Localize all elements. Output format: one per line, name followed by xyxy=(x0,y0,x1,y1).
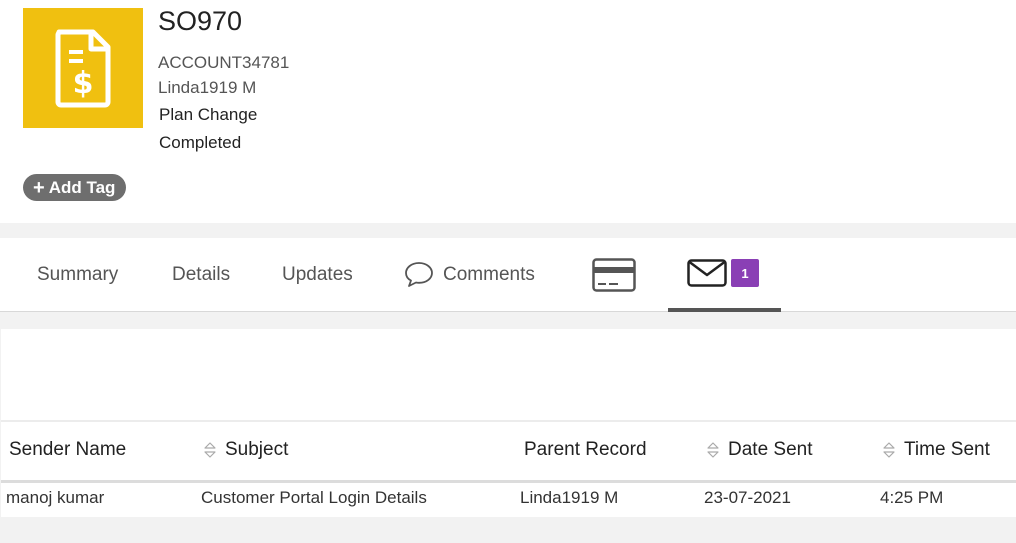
tab-bar: Summary Details Updates Comments 1 xyxy=(0,238,1016,312)
header-divider xyxy=(1,480,1016,483)
add-tag-label: Add Tag xyxy=(48,177,116,197)
record-title: SO970 xyxy=(158,6,243,36)
svg-text:$: $ xyxy=(73,66,94,101)
invoice-dollar-icon: $ xyxy=(23,8,143,128)
column-header-sender[interactable]: Sender Name xyxy=(9,439,126,461)
account-link[interactable]: ACCOUNT34781 xyxy=(158,53,289,73)
cell-sender: manoj kumar xyxy=(6,488,105,507)
divider xyxy=(1,420,1016,422)
cell-parent-record[interactable]: Linda1919 M xyxy=(520,488,618,508)
comment-bubble-icon xyxy=(404,261,434,288)
column-header-date-label: Date Sent xyxy=(728,439,813,460)
column-header-time[interactable]: Time Sent xyxy=(882,439,990,461)
tab-summary-label: Summary xyxy=(37,263,119,285)
record-type: Plan Change xyxy=(159,105,258,124)
tab-comments[interactable]: Comments xyxy=(404,238,535,311)
email-count-badge: 1 xyxy=(731,259,759,287)
tab-updates[interactable]: Updates xyxy=(282,238,353,311)
plus-icon: + xyxy=(33,176,45,199)
sort-icon xyxy=(707,442,719,458)
column-header-parent-label: Parent Record xyxy=(524,439,647,460)
add-tag-button[interactable]: + Add Tag xyxy=(23,174,127,201)
cell-time-sent: 4:25 PM xyxy=(880,488,944,507)
tab-comments-label: Comments xyxy=(443,263,535,285)
contact-link[interactable]: Linda1919 M xyxy=(158,78,256,98)
column-header-parent[interactable]: Parent Record xyxy=(524,439,647,461)
column-header-date[interactable]: Date Sent xyxy=(706,439,813,461)
tab-details-label: Details xyxy=(172,263,231,285)
column-header-time-label: Time Sent xyxy=(904,439,990,460)
tab-billing[interactable] xyxy=(592,238,636,311)
column-header-sender-label: Sender Name xyxy=(9,439,127,460)
column-header-subject[interactable]: Subject xyxy=(203,439,288,461)
record-header: $ SO970 ACCOUNT34781 Linda1919 M Plan Ch… xyxy=(0,0,1016,223)
envelope-icon xyxy=(687,259,727,287)
emails-panel: Sender Name Subject Parent Record Date S… xyxy=(1,329,1016,517)
column-header-subject-label: Subject xyxy=(225,439,289,460)
tab-summary[interactable]: Summary xyxy=(37,238,118,311)
sort-icon xyxy=(883,442,895,458)
cell-date-sent: 23-07-2021 xyxy=(704,488,791,507)
record-status: Completed xyxy=(159,133,242,152)
cell-subject[interactable]: Customer Portal Login Details xyxy=(201,488,427,508)
tab-emails[interactable]: 1 xyxy=(668,238,781,312)
tab-updates-label: Updates xyxy=(282,263,353,285)
tab-details[interactable]: Details xyxy=(172,238,230,311)
sort-icon xyxy=(204,442,216,458)
credit-card-icon xyxy=(592,257,636,292)
